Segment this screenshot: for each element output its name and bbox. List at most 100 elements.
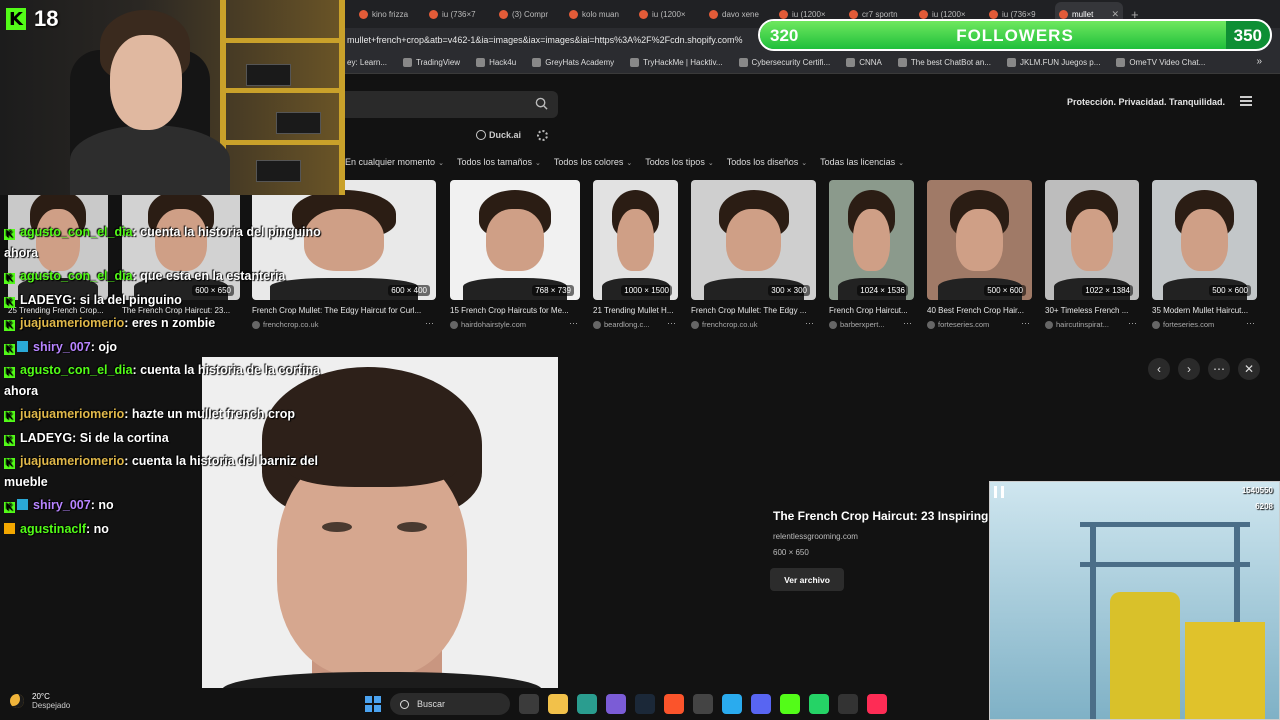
more-options-icon[interactable]: ⋯ [1021,318,1030,329]
image-thumbnail[interactable]: 500 × 600 [1152,180,1257,300]
filter-dropdown[interactable]: En cualquier momento ⌄ [345,157,444,167]
bookmarks-overflow-icon[interactable]: » [1256,56,1262,67]
chat-username[interactable]: agusto_con_el_dia [20,269,133,283]
more-options-icon[interactable]: ⋯ [805,318,814,329]
image-thumbnail[interactable]: 1000 × 1500 [593,180,678,300]
search-icon[interactable] [535,97,548,110]
whatsapp-icon[interactable] [809,694,829,714]
image-result-title[interactable]: 40 Best French Crop Hair... [927,306,1032,315]
next-arrow-icon[interactable]: › [1178,358,1200,380]
browser-tab[interactable]: kolo muan [565,2,633,26]
image-result[interactable]: 1000 × 1500 21 Trending Mullet H... beardl… [593,180,678,330]
image-result[interactable]: 1024 × 1536 French Crop Haircut... barberx… [829,180,914,330]
discord-icon[interactable] [751,694,771,714]
image-result-title[interactable]: 30+ Timeless French ... [1045,306,1139,315]
capcut-icon[interactable] [838,694,858,714]
more-options-icon[interactable]: ⋯ [1128,318,1137,329]
bookmark-item[interactable]: Hack4u [476,58,516,67]
image-result-source[interactable]: hairdohairstyle.com [450,320,566,329]
bookmark-item[interactable]: GreyHats Academy [532,58,614,67]
file-explorer-icon[interactable] [548,694,568,714]
chat-username[interactable]: shiry_007 [33,340,91,354]
filter-dropdown[interactable]: Todos los tipos ⌄ [645,157,713,167]
settings-gear-icon[interactable] [537,130,548,141]
image-thumbnail[interactable]: 768 × 739 [450,180,580,300]
image-result[interactable]: 500 × 600 35 Modern Mullet Haircut... fort… [1152,180,1257,330]
more-options-icon[interactable]: ⋯ [1246,318,1255,329]
chat-username[interactable]: juajuameriomerio [20,407,124,421]
browser-tab[interactable]: kino frizza [355,2,423,26]
search-input[interactable] [345,91,558,118]
image-result-source[interactable]: forteseries.com [1152,320,1243,329]
image-result[interactable]: 500 × 600 40 Best French Crop Hair... fort… [927,180,1032,330]
image-result-title[interactable]: 21 Trending Mullet H... [593,306,678,315]
bookmark-item[interactable]: CNNA [846,58,882,67]
prev-arrow-icon[interactable]: ‹ [1148,358,1170,380]
filter-dropdown[interactable]: Todos los tamaños ⌄ [457,157,541,167]
image-result-title[interactable]: 35 Modern Mullet Haircut... [1152,306,1257,315]
more-options-icon[interactable]: ⋯ [569,318,578,329]
image-result-source[interactable]: forteseries.com [927,320,1018,329]
image-result-source[interactable]: frenchcrop.co.uk [691,320,802,329]
close-tab-icon[interactable]: ✕ [1111,9,1119,20]
more-options-icon[interactable]: ⋯ [903,318,912,329]
obs-icon[interactable] [693,694,713,714]
chat-username[interactable]: LADEYG [20,293,72,307]
chat-username[interactable]: agusto_con_el_dia [20,225,133,239]
image-result-source[interactable]: beardlong.c... [593,320,664,329]
pause-icon[interactable] [994,486,1004,498]
chat-username[interactable]: LADEYG [20,431,72,445]
image-result-title[interactable]: 15 French Crop Haircuts for Me... [450,306,580,315]
obsidian-icon[interactable] [606,694,626,714]
image-thumbnail[interactable]: 500 × 600 [927,180,1032,300]
bookmark-item[interactable]: Cybersecurity Certifi... [738,58,830,67]
filter-dropdown[interactable]: Todas las licencias ⌄ [820,157,904,167]
chat-username[interactable]: juajuameriomerio [20,316,124,330]
image-result[interactable]: 1022 × 1384 30+ Timeless French ... haircu… [1045,180,1139,330]
browser-tab[interactable]: iu (736×7 [425,2,493,26]
weather-widget[interactable]: 20°C Despejado [10,692,70,710]
bookmark-item[interactable]: ey: Learn... [347,58,387,67]
bookmark-item[interactable]: TradingView [403,58,460,67]
image-thumbnail[interactable]: 300 × 300 [691,180,816,300]
hamburger-menu-icon[interactable] [1240,96,1252,106]
more-options-icon[interactable]: ⋯ [425,318,434,329]
telegram-icon[interactable] [722,694,742,714]
chat-username[interactable]: shiry_007 [33,498,91,512]
image-result-title[interactable]: French Crop Haircut... [829,306,914,315]
bookmark-item[interactable]: The best ChatBot an... [897,58,991,67]
chat-username[interactable]: juajuameriomerio [20,454,124,468]
bookmark-item[interactable]: TryHackMe | Hacktiv... [630,58,723,67]
windows-start-icon[interactable] [365,696,381,712]
task-view-icon[interactable] [519,694,539,714]
image-result-source[interactable]: haircutinspirat... [1045,320,1125,329]
browser-tab[interactable]: iu (1200× [635,2,703,26]
tiktok-icon[interactable] [867,694,887,714]
image-thumbnail[interactable]: 1024 × 1536 [829,180,914,300]
taskbar-search[interactable]: Buscar [390,693,510,715]
image-result-title[interactable]: French Crop Mullet: The Edgy ... [691,306,816,315]
detail-source[interactable]: relentlessgrooming.com [773,532,858,541]
browser-tab[interactable]: (3) Compr [495,2,563,26]
filter-dropdown[interactable]: Todos los diseños ⌄ [727,157,807,167]
bookmark-item[interactable]: OmeTV Video Chat... [1116,58,1205,67]
bookmark-item[interactable]: JKLM.FUN Juegos p... [1006,58,1100,67]
steam-icon[interactable] [635,694,655,714]
more-options-icon[interactable]: ⋯ [667,318,676,329]
filter-dropdown[interactable]: Todos los colores ⌄ [554,157,632,167]
chat-username[interactable]: agusto_con_el_dia [20,363,133,377]
vscode-icon[interactable] [577,694,597,714]
more-options-icon[interactable]: ⋯ [1208,358,1230,380]
duckai-link[interactable]: Duck.ai [476,130,521,140]
brave-browser-icon[interactable] [664,694,684,714]
image-result[interactable]: 300 × 300 French Crop Mullet: The Edgy ..… [691,180,816,330]
image-thumbnail[interactable]: 1022 × 1384 [1045,180,1139,300]
close-icon[interactable]: ✕ [1238,358,1260,380]
view-file-button[interactable]: Ver archivo [770,568,844,591]
user-badge-icon: K [4,502,15,513]
chat-username[interactable]: agustinaclf [20,522,86,536]
image-result-source[interactable]: barberxpert... [829,320,900,329]
detail-title[interactable]: The French Crop Haircut: 23 Inspiring [773,509,988,523]
image-result[interactable]: 768 × 739 15 French Crop Haircuts for Me.… [450,180,580,330]
kick-app-icon[interactable] [780,694,800,714]
